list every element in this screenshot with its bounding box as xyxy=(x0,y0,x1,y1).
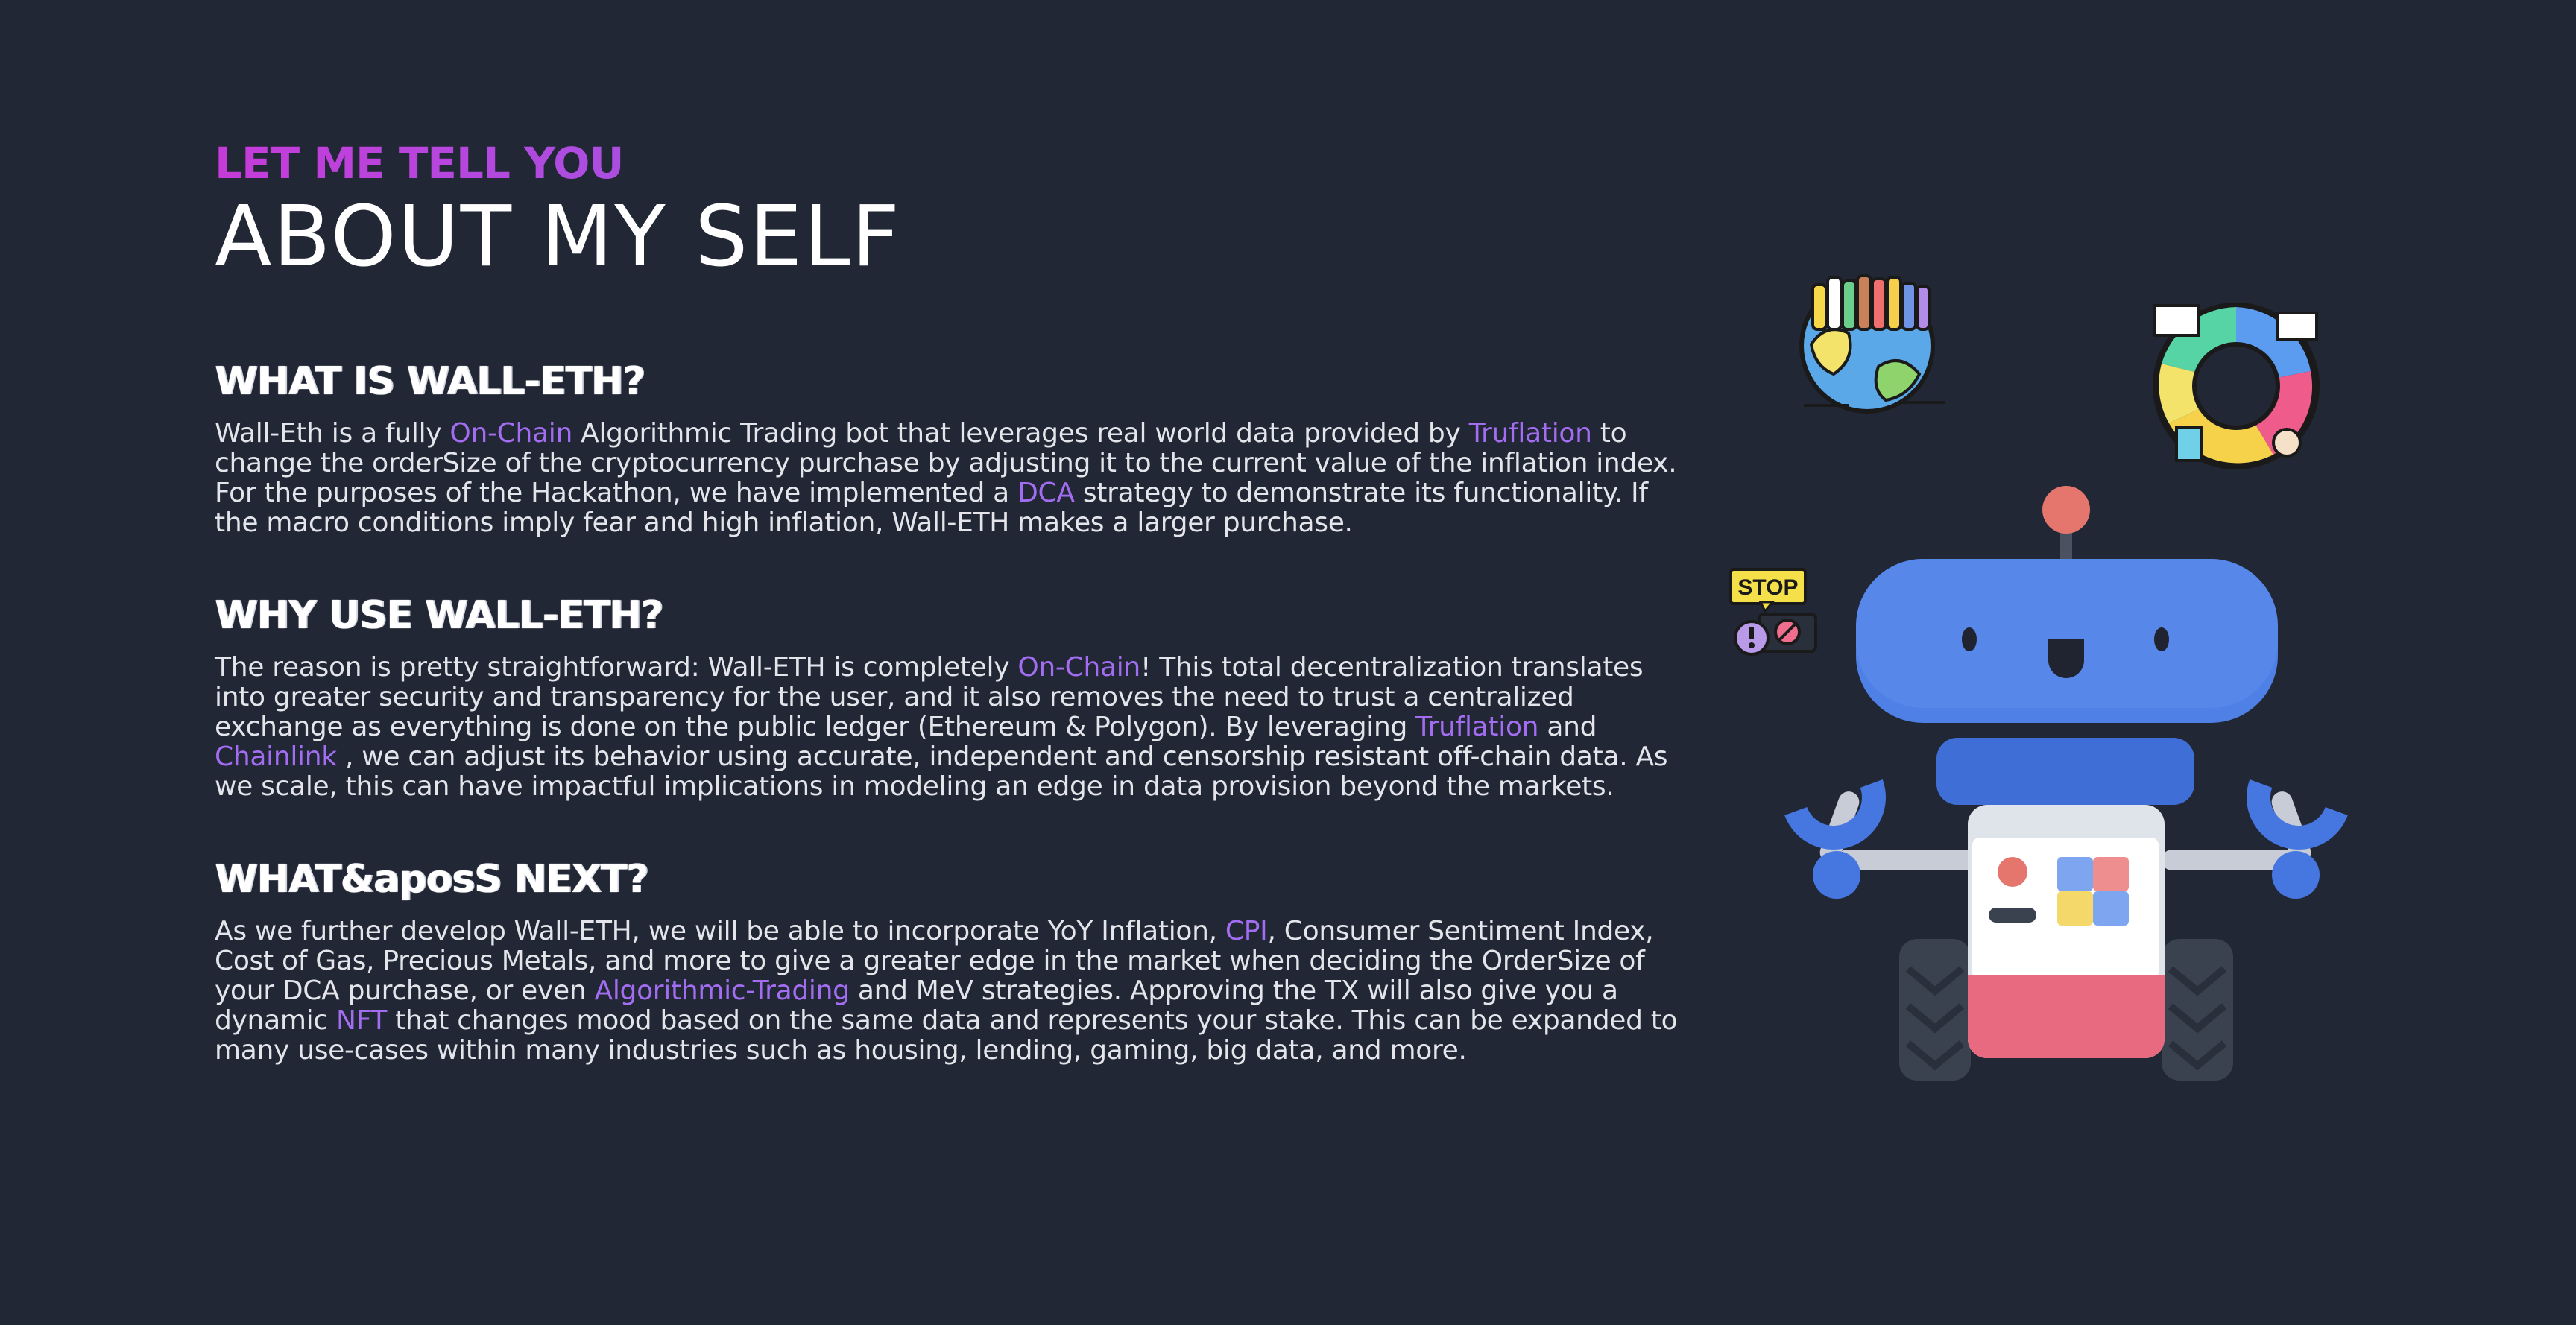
page-title: ABOUT MY SELF xyxy=(215,189,901,285)
eyebrow-heading: LET ME TELL YOU xyxy=(215,142,1698,185)
section-paragraph: As we further develop Wall-ETH, we will … xyxy=(215,917,1698,1066)
section-why-use: WHY USE WALL-ETH? The reason is pretty s… xyxy=(215,596,1698,802)
text-span: Wall-Eth is a fully xyxy=(215,418,450,449)
section-heading: WHY USE WALL-ETH? xyxy=(215,593,663,638)
highlight-on-chain: On-Chain xyxy=(449,418,572,449)
text-span: The reason is pretty straightforward: Wa… xyxy=(215,652,1018,683)
section-paragraph: Wall-Eth is a fully On-Chain Algorithmic… xyxy=(215,419,1698,538)
text-span: Algorithmic Trading bot that leverages r… xyxy=(572,418,1469,449)
recycle-cycle-icon xyxy=(2153,303,2320,469)
robot-illustration xyxy=(1784,486,2348,1081)
text-span: and xyxy=(1538,712,1597,742)
highlight-chainlink: Chainlink xyxy=(215,741,337,772)
highlight-dca: DCA xyxy=(1017,478,1075,508)
section-what-is: WHAT IS WALL-ETH? Wall-Eth is a fully On… xyxy=(215,362,1698,538)
section-paragraph: The reason is pretty straightforward: Wa… xyxy=(215,653,1698,802)
highlight-truflation: Truflation xyxy=(1415,712,1539,742)
section-heading: WHAT&aposS NEXT? xyxy=(215,857,648,902)
text-span: that changes mood based on the same data… xyxy=(215,1005,1678,1066)
globe-people-icon xyxy=(1799,274,1945,414)
highlight-nft: NFT xyxy=(335,1005,388,1036)
highlight-on-chain: On-Chain xyxy=(1017,652,1140,683)
highlight-algorithmic-trading: Algorithmic-Trading xyxy=(594,975,850,1006)
text-span: , we can adjust its behavior using accur… xyxy=(215,741,1668,802)
section-whats-next: WHAT&aposS NEXT? As we further develop W… xyxy=(215,860,1698,1066)
highlight-truflation: Truflation xyxy=(1468,418,1592,449)
text-span: As we further develop Wall-ETH, we will … xyxy=(215,916,1225,946)
highlight-cpi: CPI xyxy=(1225,916,1268,946)
section-heading: WHAT IS WALL-ETH? xyxy=(215,359,645,404)
about-section: LET ME TELL YOU ABOUT MY SELF WHAT IS WA… xyxy=(215,142,1698,1066)
